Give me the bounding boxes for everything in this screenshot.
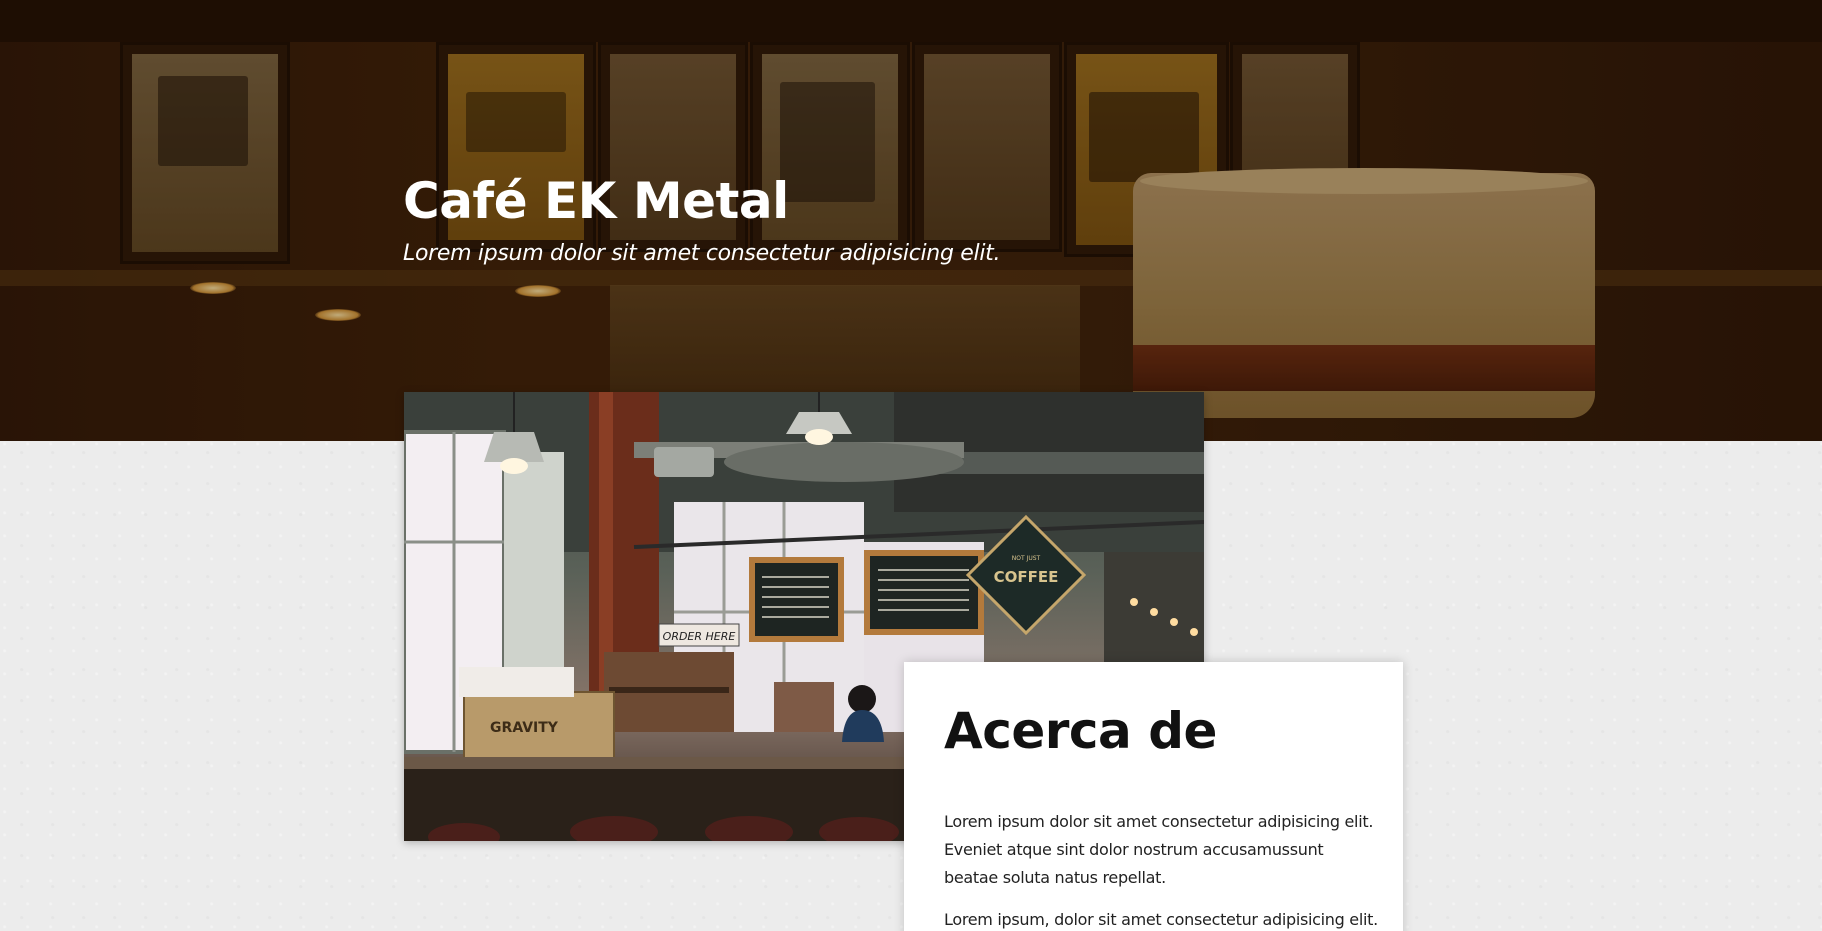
order-here-sign-text: ORDER HERE <box>663 630 736 643</box>
coffee-sign-top-text: NOT JUST <box>1012 555 1041 562</box>
about-heading: Acerca de <box>944 702 1217 760</box>
crate-text: GRAVITY <box>490 720 559 736</box>
about-card: Acerca de Lorem ipsum dolor sit amet con… <box>904 662 1403 931</box>
hero-banner: Café EK Metal Lorem ipsum dolor sit amet… <box>0 0 1822 441</box>
page: Café EK Metal Lorem ipsum dolor sit amet… <box>0 0 1822 931</box>
about-paragraph: Lorem ipsum, dolor sit amet consectetur … <box>944 910 1378 929</box>
hero-overlay <box>0 0 1822 441</box>
hero-title: Café EK Metal <box>403 172 789 230</box>
hero-subtitle: Lorem ipsum dolor sit amet consectetur a… <box>403 241 1001 266</box>
coffee-sign-text: COFFEE <box>994 568 1059 586</box>
about-paragraph: Lorem ipsum dolor sit amet consectetur a… <box>944 812 1374 887</box>
